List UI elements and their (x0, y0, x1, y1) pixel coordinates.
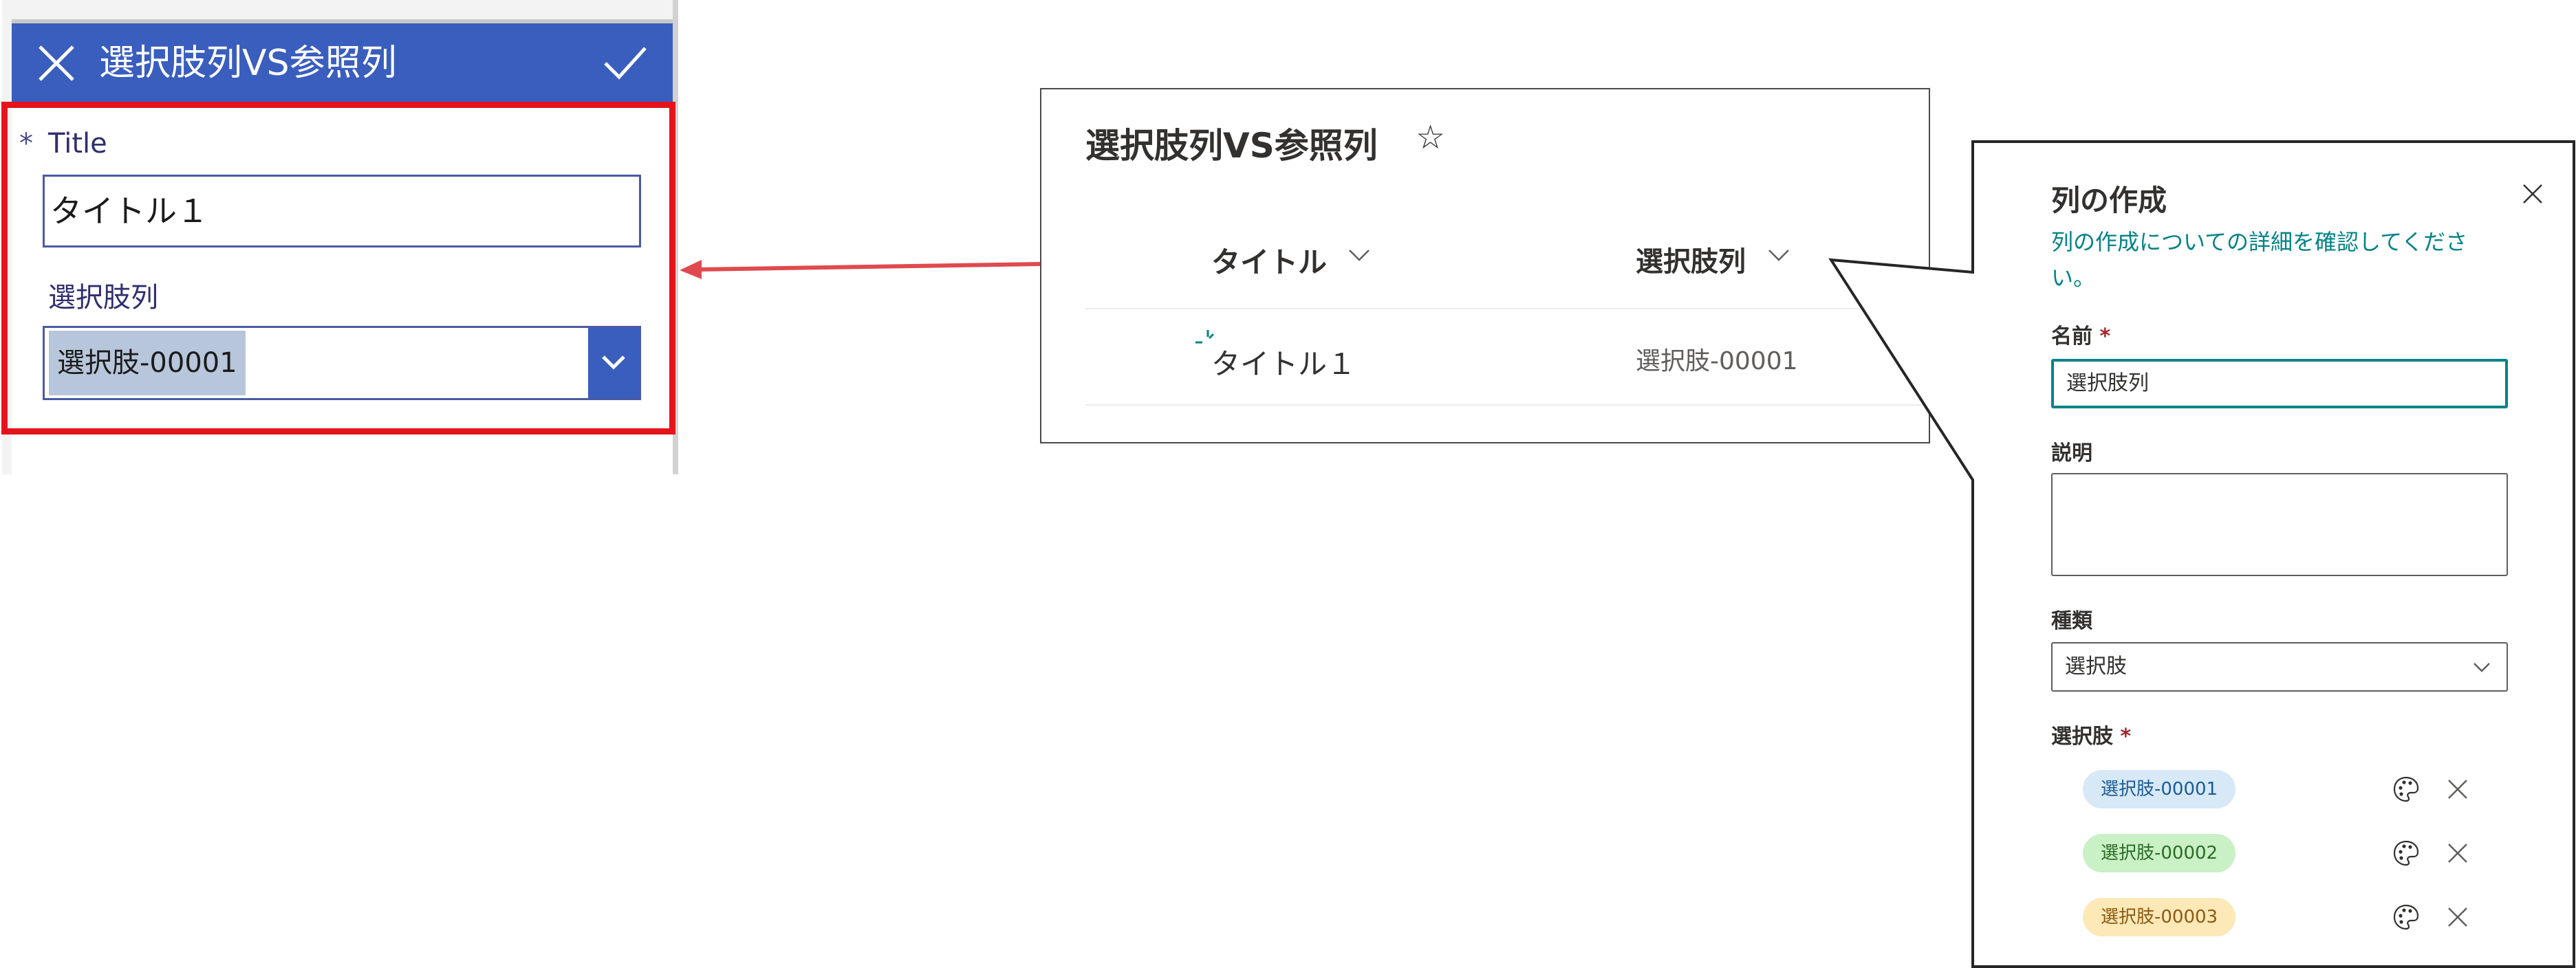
choice-pill-1[interactable]: 選択肢-00001 (2083, 770, 2236, 808)
remove-choice-icon[interactable] (2446, 778, 2469, 801)
divider (1085, 308, 1931, 309)
choice-pill-2[interactable]: 選択肢-00002 (2083, 834, 2236, 872)
chevron-down-icon (2474, 663, 2490, 672)
required-marker: * (2120, 725, 2132, 749)
arrow-annotation (680, 260, 1041, 279)
checkmark-icon[interactable] (603, 43, 648, 82)
row-title-cell[interactable]: タイトル１ (1211, 341, 1356, 383)
column-header-choice[interactable]: 選択肢列 (1636, 239, 1746, 279)
name-input[interactable]: 選択肢列 (2051, 359, 2508, 408)
palette-icon[interactable] (2391, 774, 2421, 804)
create-column-panel: 列の作成 列の作成についての詳細を確認してください。 名前 * 選択肢列 説明 … (1971, 142, 2576, 968)
close-icon[interactable] (2522, 183, 2544, 205)
form-title: 選択肢列VS参照列 (99, 43, 397, 84)
palette-icon[interactable] (2391, 902, 2421, 932)
name-label-text: 名前 (2051, 324, 2092, 349)
sharepoint-list-view: 選択肢列VS参照列 ☆ タイトル 選択肢列 タイトル１ 選択肢-00001 (1040, 88, 1931, 443)
choice-pill-3[interactable]: 選択肢-00003 (2083, 898, 2236, 936)
learn-more-link[interactable]: 列の作成についての詳細を確認してください。 (2051, 224, 2498, 296)
type-dropdown-value: 選択肢 (2065, 654, 2127, 679)
close-icon[interactable] (36, 43, 77, 84)
choices-label-text: 選択肢 (2051, 725, 2113, 749)
panel-title: 列の作成 (2051, 184, 2167, 217)
chevron-down-icon[interactable] (1766, 248, 1791, 264)
divider (1085, 404, 1931, 406)
choices-field-label: 選択肢 * (2051, 719, 2131, 749)
name-field-label: 名前 * (2051, 319, 2110, 349)
remove-choice-icon[interactable] (2446, 905, 2469, 929)
star-icon[interactable]: ☆ (1416, 118, 1445, 157)
type-field-label: 種類 (2051, 609, 2092, 633)
palette-icon[interactable] (2391, 838, 2421, 868)
description-field-label: 説明 (2051, 441, 2092, 465)
chevron-down-icon[interactable] (1347, 248, 1372, 264)
list-title: 選択肢列VS参照列 (1085, 126, 1378, 166)
required-marker: * (2099, 324, 2111, 349)
description-textarea[interactable] (2051, 473, 2508, 576)
remove-choice-icon[interactable] (2446, 842, 2469, 865)
row-choice-cell: 選択肢-00001 (1636, 347, 1798, 375)
highlight-box (1, 102, 675, 434)
type-dropdown[interactable]: 選択肢 (2051, 642, 2508, 692)
column-header-title[interactable]: タイトル (1211, 239, 1327, 281)
